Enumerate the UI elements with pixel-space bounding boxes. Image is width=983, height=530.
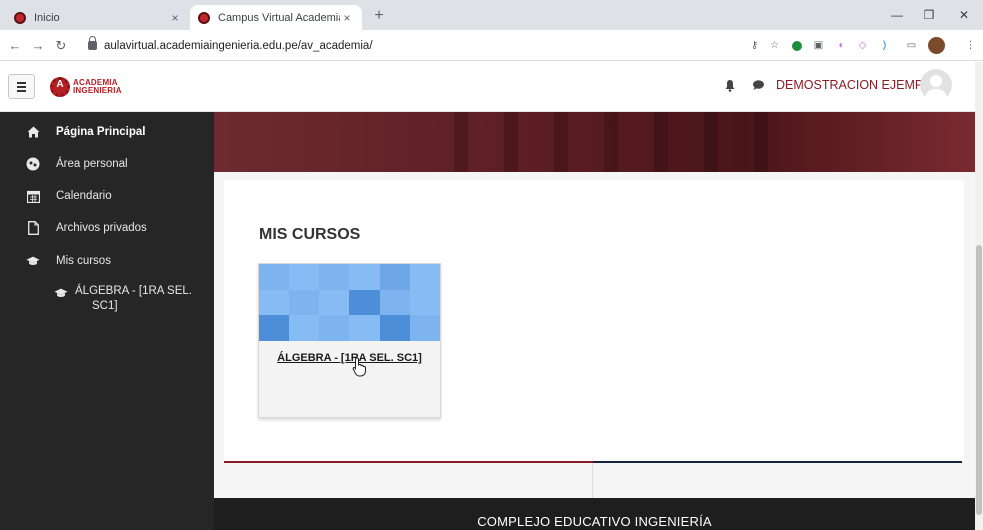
course-name-link[interactable]: ÁLGEBRA - [1RA SEL. SC1] [259, 352, 440, 364]
home-icon [26, 125, 40, 139]
extension-icon[interactable]: ) [878, 39, 891, 52]
favicon-icon [14, 11, 26, 24]
footer-text: COMPLEJO EDUCATIVO INGENIERÍA [477, 514, 712, 529]
menu-dots-icon[interactable]: ⋮ [964, 39, 977, 52]
close-tab-icon[interactable]: × [168, 11, 182, 25]
sidebar-item-label: Archivos privados [56, 222, 147, 234]
sidebar-course-line: ÁLGEBRA - [1RA SEL. [75, 285, 192, 297]
banner-column [654, 112, 668, 172]
banner-column [554, 112, 568, 172]
hamburger-line [17, 89, 26, 92]
sidebar-item-label: Página Principal [56, 126, 146, 138]
hamburger-line [17, 85, 26, 88]
sidebar-item-label: Calendario [56, 190, 112, 202]
course-card[interactable]: ÁLGEBRA - [1RA SEL. SC1] [258, 263, 441, 418]
banner-column [454, 112, 468, 172]
lock-icon [88, 36, 97, 50]
course-image [259, 264, 440, 341]
sidebar-item-area-personal[interactable]: Área personal [0, 149, 214, 179]
sidebar-item-pagina-principal[interactable]: Página Principal [0, 117, 214, 147]
logo-text: ACADEMIA INGENIERIA [73, 79, 122, 95]
cast-icon[interactable]: ▭ [905, 39, 918, 52]
footer-divider-navy [593, 461, 962, 463]
browser-tab-campus[interactable]: Campus Virtual Academia Ingeni × [190, 5, 362, 30]
hand-cursor-icon [352, 357, 366, 377]
footer-divider-red [224, 461, 593, 463]
sidebar-item-course-algebra[interactable]: ÁLGEBRA - [1RA SEL. SC1] [0, 282, 214, 322]
extension-icon[interactable]: ◇ [856, 39, 869, 52]
tab-title: Inicio [34, 11, 60, 24]
file-icon [26, 221, 40, 235]
drawer-toggle-button[interactable] [8, 74, 35, 99]
hamburger-line [17, 81, 26, 84]
section-title: MIS CURSOS [259, 226, 361, 243]
sidebar-item-label: Mis cursos [56, 255, 111, 267]
site-footer: COMPLEJO EDUCATIVO INGENIERÍA [214, 498, 975, 530]
calendar-icon [26, 189, 40, 203]
chat-icon[interactable] [752, 79, 765, 91]
extension-icon[interactable]: ▣ [812, 39, 825, 52]
header-banner-image [214, 112, 975, 172]
profile-avatar[interactable] [928, 37, 945, 54]
sidebar: Página Principal Área personal Calendari… [0, 112, 214, 530]
sidebar-item-mis-cursos[interactable]: Mis cursos [0, 246, 214, 276]
browser-tab-inicio[interactable]: Inicio × [6, 5, 190, 30]
sidebar-item-calendario[interactable]: Calendario [0, 181, 214, 211]
sidebar-course-label: ÁLGEBRA - [1RA SEL. SC1] [75, 284, 192, 314]
close-tab-icon[interactable]: × [340, 11, 354, 25]
sidebar-course-line: SC1] [92, 300, 118, 312]
reload-button[interactable]: ↻ [52, 37, 70, 55]
key-icon[interactable]: ⚷ [748, 39, 761, 52]
graduation-cap-icon [26, 254, 40, 268]
back-button[interactable]: ← [6, 37, 24, 55]
user-name[interactable]: DEMOSTRACION EJEMPLO [776, 78, 940, 92]
banner-column [504, 112, 518, 172]
graduation-cap-icon [54, 286, 68, 300]
logo-line: INGENIERIA [73, 86, 122, 95]
site-logo[interactable]: ACADEMIA INGENIERIA [50, 74, 122, 100]
favicon-icon [198, 11, 210, 24]
dashboard-icon [26, 157, 40, 171]
restore-button[interactable]: ❐ [914, 6, 944, 24]
avatar[interactable] [920, 69, 952, 101]
browser-toolbar: ← → ↻ aulavirtual.academiaingenieria.edu… [0, 30, 983, 61]
extension-green-icon[interactable] [792, 41, 802, 51]
banner-column [704, 112, 718, 172]
logo-gear-icon [50, 77, 70, 97]
extension-icon[interactable]: ◖ [834, 39, 847, 52]
banner-column [754, 112, 768, 172]
bell-icon[interactable] [724, 79, 736, 92]
forward-button[interactable]: → [29, 37, 47, 55]
sidebar-item-label: Área personal [56, 158, 128, 170]
page: Inicio × Campus Virtual Academia Ingeni … [0, 0, 983, 530]
tab-title: Campus Virtual Academia Ingeni [218, 11, 340, 24]
browser-tab-strip: Inicio × Campus Virtual Academia Ingeni … [0, 0, 983, 30]
address-bar[interactable]: aulavirtual.academiaingenieria.edu.pe/av… [84, 34, 644, 57]
new-tab-button[interactable]: + [368, 6, 390, 26]
scrollbar-thumb[interactable] [976, 245, 982, 515]
banner-column [604, 112, 618, 172]
sidebar-item-archivos-privados[interactable]: Archivos privados [0, 213, 214, 243]
close-window-button[interactable]: ✕ [949, 6, 979, 24]
divider-line [592, 463, 593, 498]
star-icon[interactable]: ☆ [768, 39, 781, 52]
minimize-button[interactable]: — [882, 6, 912, 24]
url-text: aulavirtual.academiaingenieria.edu.pe/av… [104, 39, 373, 52]
